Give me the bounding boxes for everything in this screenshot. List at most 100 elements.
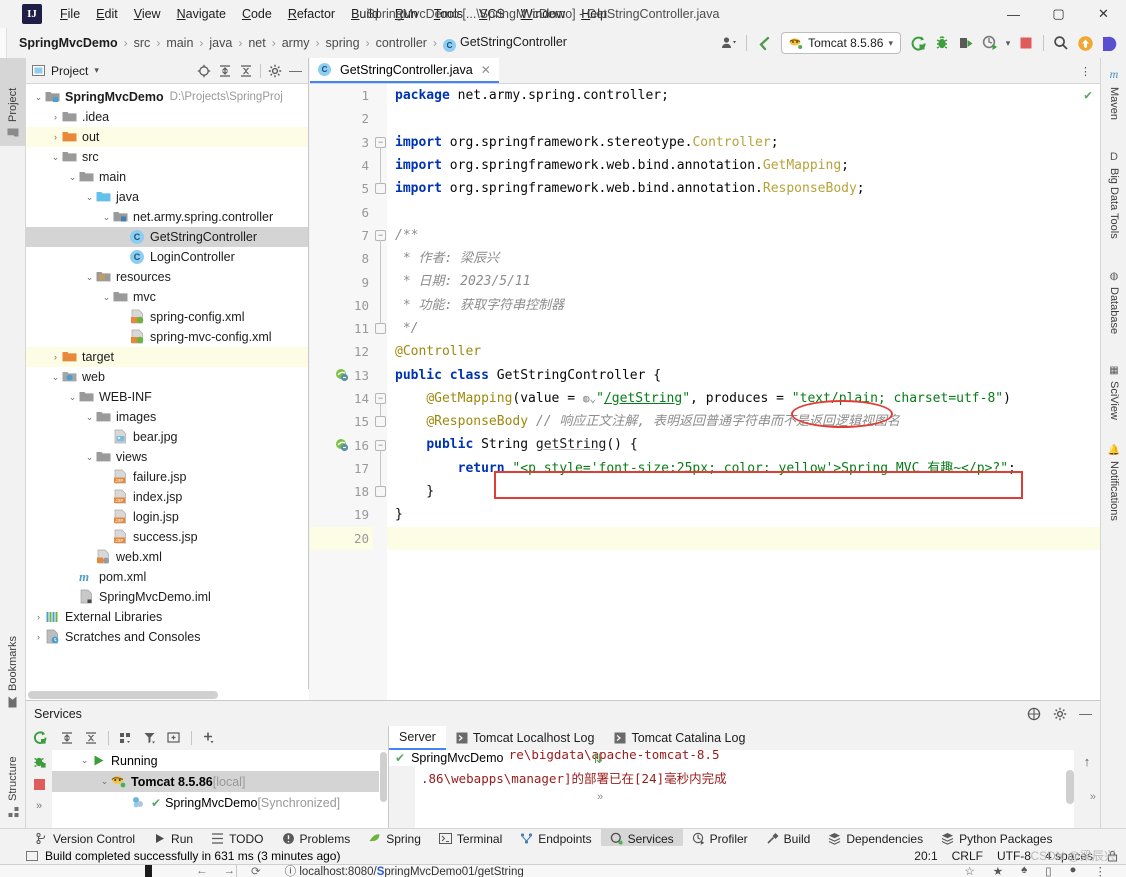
- scrollbar-thumb[interactable]: [380, 752, 387, 802]
- project-tree-node-external-libraries[interactable]: › External Libraries: [26, 607, 308, 627]
- code-line-16[interactable]: public String getString() {: [387, 433, 1100, 456]
- code-line-17[interactable]: return "<p style='font-size:25px; color:…: [387, 457, 1100, 480]
- project-tree-node-web[interactable]: ⌄ web: [26, 367, 308, 387]
- expand-all-icon[interactable]: [218, 64, 232, 78]
- rerun-icon[interactable]: [32, 730, 47, 745]
- editor-gutter[interactable]: 1 2 3 4 5 6 7 8 9 10 11 12 13 14 15 16 17 18 19 20: [310, 84, 373, 700]
- line-number-4[interactable]: 4: [310, 154, 373, 177]
- menu-item-code[interactable]: Code: [234, 4, 280, 24]
- log-tab-tomcat-catalina-log[interactable]: Tomcat Catalina Log: [604, 726, 755, 750]
- breadcrumb-item-controller[interactable]: controller: [373, 35, 430, 51]
- url-mapping-gutter-icon[interactable]: ◍⌄: [583, 392, 596, 405]
- chevron-down-icon[interactable]: ⌄: [78, 755, 91, 766]
- project-tree-node-logincontroller[interactable]: C LoginController: [26, 247, 308, 267]
- spring-bean-gutter-icon[interactable]: [335, 438, 349, 452]
- browser-action-icon[interactable]: ☆: [964, 865, 974, 877]
- add-tab-icon[interactable]: [167, 731, 181, 745]
- sidebar-item-sciview[interactable]: ▦ SciView: [1101, 358, 1126, 432]
- code-editor[interactable]: 1 2 3 4 5 6 7 8 9 10 11 12 13 14 15 16 17 18 19 20 − − − − ✔ p…: [310, 84, 1100, 700]
- line-number-20[interactable]: 20: [310, 526, 373, 550]
- close-tab-icon[interactable]: ✕: [481, 63, 491, 77]
- ide-assistant-icon[interactable]: [1098, 32, 1120, 54]
- services-tree-node-running[interactable]: ⌄ Running: [52, 750, 388, 771]
- code-line-12[interactable]: @Controller: [387, 340, 1100, 363]
- chevron-down-icon[interactable]: ⌄: [83, 272, 96, 283]
- breadcrumb-item-main[interactable]: main: [163, 35, 196, 51]
- code-line-8[interactable]: * 作者: 梁辰兴: [387, 247, 1100, 270]
- line-number-9[interactable]: 9: [310, 270, 373, 293]
- sidebar-item-big-data-tools[interactable]: D Big Data Tools: [1101, 144, 1126, 258]
- debug-icon[interactable]: [931, 32, 953, 54]
- code-line-11[interactable]: */: [387, 317, 1100, 340]
- menu-item-help[interactable]: Help: [573, 4, 615, 24]
- chevron-down-icon[interactable]: ⌄: [66, 172, 79, 183]
- project-panel-caret-icon[interactable]: ▾: [94, 65, 99, 76]
- fold-end-icon[interactable]: [375, 416, 386, 428]
- chevron-right-icon[interactable]: ›: [32, 632, 45, 642]
- more-actions-icon[interactable]: »: [36, 800, 42, 812]
- code-line-9[interactable]: * 日期: 2023/5/11: [387, 270, 1100, 293]
- services-tree-node-springmvcdemo[interactable]: ✔ SpringMvcDemo [Synchronized]: [52, 792, 388, 813]
- code-line-7[interactable]: /**: [387, 224, 1100, 247]
- log-output[interactable]: 求[D:\Software\bigdata\apache-tomcat-8.5.…: [415, 750, 1074, 830]
- expand-right-icon[interactable]: »: [1090, 791, 1096, 803]
- target-icon[interactable]: [197, 64, 211, 78]
- project-tree-node-failure-jsp[interactable]: JSP failure.jsp: [26, 467, 308, 487]
- line-number-10[interactable]: 10: [310, 294, 373, 317]
- line-number-1[interactable]: 1: [310, 84, 373, 107]
- project-tree-node-src[interactable]: ⌄ src: [26, 147, 308, 167]
- project-tree-node--idea[interactable]: › .idea: [26, 107, 308, 127]
- code-line-6[interactable]: [387, 200, 1100, 223]
- project-tree-node-bear-jpg[interactable]: bear.jpg: [26, 427, 308, 447]
- project-tree-node-spring-mvc-config-xml[interactable]: spring-mvc-config.xml: [26, 327, 308, 347]
- browser-action-icon[interactable]: ⋮: [1095, 865, 1107, 877]
- line-number-17[interactable]: 17: [310, 457, 373, 480]
- group-icon[interactable]: [119, 731, 133, 745]
- line-number-7[interactable]: 7: [310, 224, 373, 247]
- project-tree[interactable]: ⌄ SpringMvcDemo D:\Projects\SpringProj › .id…: [26, 84, 308, 700]
- line-number-18[interactable]: 18: [310, 480, 373, 503]
- project-tree-node-login-jsp[interactable]: JSP login.jsp: [26, 507, 308, 527]
- minimize-button[interactable]: —: [991, 0, 1036, 28]
- line-separator[interactable]: CRLF: [952, 849, 983, 863]
- stop-icon[interactable]: [33, 778, 46, 791]
- project-tree-node-resources[interactable]: ⌄ resources: [26, 267, 308, 287]
- debug-icon[interactable]: [32, 754, 47, 769]
- search-icon[interactable]: [1050, 32, 1072, 54]
- menu-item-navigate[interactable]: Navigate: [169, 4, 234, 24]
- profile-icon[interactable]: [979, 32, 1001, 54]
- caret-position[interactable]: 20:1: [914, 849, 937, 863]
- log-scrollbar-thumb[interactable]: [1066, 770, 1074, 804]
- code-line-3[interactable]: import org.springframework.stereotype.Co…: [387, 131, 1100, 154]
- services-tree-node-tomcat-8-5-86[interactable]: ⌄ Tomcat 8.5.86 [local]: [52, 771, 388, 792]
- line-number-12[interactable]: 12: [310, 340, 373, 363]
- chevron-right-icon[interactable]: ›: [49, 352, 62, 362]
- project-tree-node-out[interactable]: › out: [26, 127, 308, 147]
- file-encoding[interactable]: UTF-8: [997, 849, 1031, 863]
- menu-item-view[interactable]: View: [126, 4, 169, 24]
- deploy-sync-icon[interactable]: ⇅: [592, 751, 603, 767]
- project-tree-node-springmvcdemo-iml[interactable]: SpringMvcDemo.iml: [26, 587, 308, 607]
- code-line-15[interactable]: @ResponseBody // 响应正文注解, 表明返回普通字符串而不是返回逻…: [387, 410, 1100, 433]
- sidebar-item-structure[interactable]: Structure: [0, 730, 26, 825]
- breadcrumb-item-java[interactable]: java: [206, 35, 235, 51]
- filter-icon[interactable]: [143, 731, 157, 745]
- server-entry-row[interactable]: ✔ SpringMvcDemo: [389, 750, 510, 766]
- expand-left-icon[interactable]: »: [597, 791, 603, 803]
- sidebar-item-notifications[interactable]: 🔔 Notifications: [1101, 438, 1126, 538]
- browser-action-icon[interactable]: ●: [1070, 865, 1077, 877]
- project-tree-node-spring-config-xml[interactable]: spring-config.xml: [26, 307, 308, 327]
- line-number-19[interactable]: 19: [310, 503, 373, 526]
- line-number-8[interactable]: 8: [310, 247, 373, 270]
- line-number-3[interactable]: 3: [310, 131, 373, 154]
- browser-forward-icon[interactable]: →: [224, 865, 236, 877]
- fold-end-icon[interactable]: [375, 323, 386, 334]
- menu-item-file[interactable]: File: [52, 4, 88, 24]
- breadcrumb[interactable]: SpringMvcDemo › src › main › java › net › army › spr…: [16, 34, 570, 53]
- chevron-down-icon[interactable]: ⌄: [32, 92, 45, 103]
- log-tab-server[interactable]: Server: [389, 726, 446, 750]
- code-content[interactable]: ✔ package net.army.spring.controller; imp…: [387, 84, 1100, 700]
- services-tree-scrollbar[interactable]: [379, 750, 388, 830]
- gear-icon[interactable]: [1053, 707, 1067, 721]
- expand-all-icon[interactable]: [60, 731, 74, 745]
